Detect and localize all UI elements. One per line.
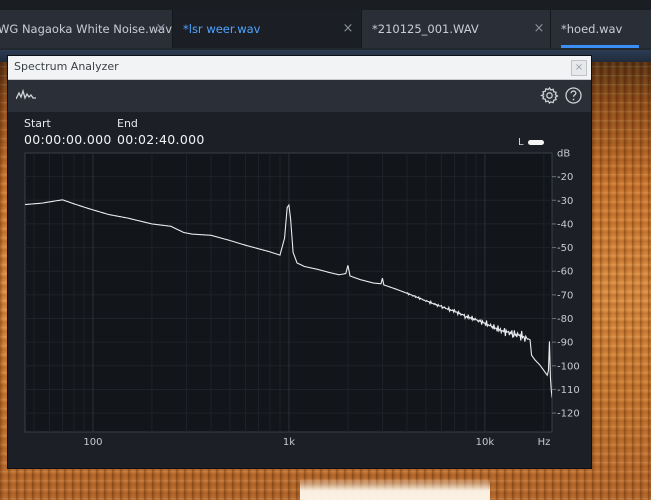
x-unit-label: Hz (538, 437, 551, 448)
y-tick-label: -100 (557, 361, 580, 372)
close-icon[interactable]: × (154, 10, 168, 48)
y-tick-label: -50 (557, 243, 573, 254)
y-tick-label: -40 (557, 219, 573, 230)
tab-wg-nagaoka-white-noise[interactable]: WG Nagaoka White Noise.wav × (0, 10, 173, 48)
close-icon[interactable]: × (341, 10, 355, 48)
x-tick-label: 10k (476, 437, 495, 448)
tab-label: *lsr weer.wav (183, 22, 261, 36)
waveform-highlight (300, 478, 490, 500)
tab-210125-001[interactable]: *210125_001.WAV × (362, 10, 551, 48)
x-tick-label: 1k (283, 437, 295, 448)
spectrum-analyzer-window: Spectrum Analyzer × Start 00:00:00.000 E… (7, 55, 592, 469)
x-tick-label: 100 (83, 437, 102, 448)
close-icon[interactable]: × (532, 10, 546, 48)
tab-lsr-weer[interactable]: *lsr weer.wav × (173, 10, 362, 48)
tab-hoed[interactable]: *hoed.wav (551, 10, 651, 48)
y-tick-label: -30 (557, 196, 573, 207)
y-tick-label: -60 (557, 267, 573, 278)
tab-label: *210125_001.WAV (372, 22, 479, 36)
y-tick-label: -20 (557, 172, 573, 183)
y-tick-label: -70 (557, 290, 573, 301)
y-tick-label: -110 (557, 385, 580, 396)
spectrum-plot[interactable]: 100 1k 10k Hz -20 -30 -40 -50 -60 -70 -80 -90 -100 -1… (8, 56, 591, 468)
tab-label: WG Nagaoka White Noise.wav (0, 22, 173, 36)
active-tab-underline (561, 45, 639, 48)
tab-label: *hoed.wav (561, 22, 623, 36)
y-tick-label: -80 (557, 314, 573, 325)
y-tick-label: -120 (557, 409, 580, 420)
y-unit-label: dB (557, 149, 570, 160)
y-tick-label: -90 (557, 338, 573, 349)
file-tab-bar: WG Nagaoka White Noise.wav × *lsr weer.w… (0, 10, 651, 50)
